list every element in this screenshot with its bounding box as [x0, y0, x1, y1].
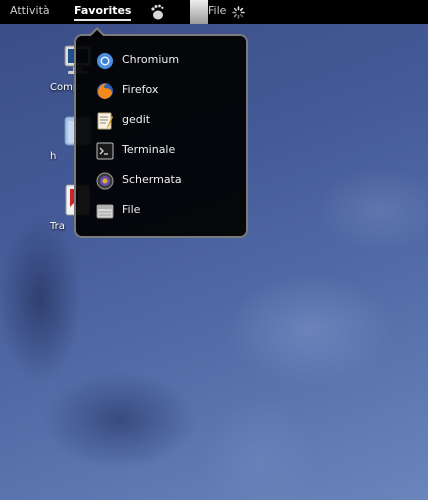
menu-item-label: Terminale [122, 143, 176, 156]
app-menu-label: File [208, 4, 227, 17]
app-menu-button[interactable]: File [190, 0, 250, 24]
menu-item-gedit[interactable]: gedit [76, 107, 246, 135]
loading-spinner-icon [232, 5, 245, 19]
top-panel: Attività Favorites File [0, 0, 428, 24]
desktop-icon-label: Tra [50, 221, 65, 232]
gedit-icon [96, 112, 114, 130]
files-icon [96, 202, 114, 220]
activities-button[interactable]: Attività [10, 0, 50, 24]
firefox-icon [96, 82, 114, 100]
gnome-foot-icon[interactable] [150, 4, 164, 20]
menu-item-label: Chromium [122, 53, 180, 66]
menu-item-label: File [122, 203, 141, 216]
menu-pointer-arrow [88, 27, 106, 37]
terminal-icon [96, 142, 114, 160]
menu-item-terminal[interactable]: Terminale [76, 137, 246, 165]
menu-item-files[interactable]: File [76, 197, 246, 225]
screenshot-icon [96, 172, 114, 190]
menu-item-label: gedit [122, 113, 151, 126]
chromium-icon [96, 52, 114, 70]
files-app-icon [190, 0, 208, 24]
menu-item-label: Schermata [122, 173, 182, 186]
menu-item-firefox[interactable]: Firefox [76, 77, 246, 105]
menu-item-chromium[interactable]: Chromium [76, 47, 246, 75]
menu-item-screenshot[interactable]: Schermata [76, 167, 246, 195]
desktop-icon-label: h [50, 151, 57, 162]
favorites-popup-menu: Chromium Firefox gedit Terminale Scherma… [74, 27, 248, 238]
favorites-menu-button[interactable]: Favorites [74, 0, 132, 21]
menu-item-label: Firefox [122, 83, 159, 96]
